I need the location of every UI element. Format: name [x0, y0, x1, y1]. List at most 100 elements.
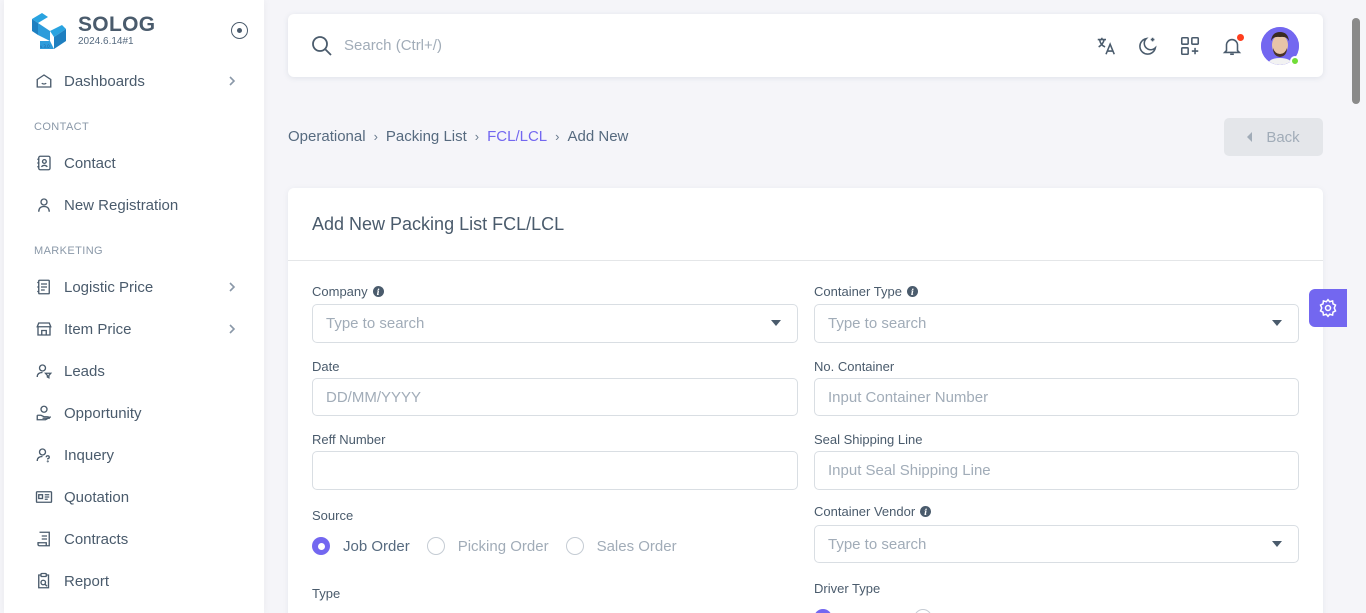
- address-book-icon: [34, 153, 54, 173]
- user-question-icon: [34, 445, 54, 465]
- sidebar-item-label: Quotation: [64, 488, 130, 506]
- source-radio-group: Job Order Picking Order Sales Order: [312, 537, 694, 555]
- sidebar-item-label: New Registration: [64, 196, 179, 214]
- packing-list-form-card: Add New Packing List FCL/LCL Company i C…: [288, 188, 1323, 613]
- notification-bell-icon[interactable]: [1220, 34, 1244, 58]
- container-type-label: Container Type i: [814, 284, 918, 299]
- radio-picking-order[interactable]: Picking Order: [426, 537, 549, 555]
- breadcrumb-separator: ›: [555, 129, 560, 144]
- shortcuts-grid-icon[interactable]: [1178, 34, 1202, 58]
- date-input[interactable]: [312, 378, 798, 416]
- seal-shipping-line-input[interactable]: [814, 451, 1299, 490]
- menu-header-contact: CONTACT: [34, 121, 90, 133]
- sidebar-item-opportunity[interactable]: Opportunity: [34, 398, 238, 428]
- reff-number-input[interactable]: [312, 451, 798, 490]
- topbar: [288, 14, 1323, 77]
- radio-label: Job Order: [343, 537, 410, 555]
- sidebar-item-label: Leads: [64, 362, 105, 380]
- sidebar-item-report[interactable]: Report: [34, 566, 238, 596]
- sidebar: v.3.0 SOLOG 2024.6.14#1 Dashboards CONTA…: [4, 0, 264, 613]
- chevron-down-icon[interactable]: [1272, 541, 1282, 547]
- date-label: Date: [312, 359, 340, 374]
- breadcrumb-add-new: Add New: [567, 128, 629, 145]
- online-status-indicator: [1290, 56, 1300, 66]
- info-icon: i: [920, 506, 932, 517]
- sidebar-item-label: Report: [64, 572, 110, 590]
- dark-mode-icon[interactable]: [1136, 34, 1160, 58]
- radio-indicator[interactable]: [312, 537, 330, 555]
- hand-coin-icon: [34, 403, 54, 423]
- sidebar-item-logistic-price[interactable]: Logistic Price: [34, 272, 238, 302]
- source-label: Source: [312, 508, 354, 523]
- breadcrumb-packing-list[interactable]: Packing List: [386, 128, 467, 145]
- language-icon[interactable]: [1094, 34, 1118, 58]
- type-label: Type: [312, 586, 341, 601]
- company-select[interactable]: [312, 304, 798, 343]
- brand[interactable]: v.3.0 SOLOG 2024.6.14#1: [28, 10, 155, 52]
- sidebar-item-new-registration[interactable]: New Registration: [34, 190, 238, 220]
- driver-type-radio-selected[interactable]: [814, 609, 832, 613]
- sidebar-item-label: Contracts: [64, 530, 129, 548]
- brand-version: 2024.6.14#1: [78, 36, 134, 47]
- radio-sales-order[interactable]: Sales Order: [565, 537, 677, 555]
- sidebar-item-label: Opportunity: [64, 404, 142, 422]
- chevron-down-icon[interactable]: [771, 320, 781, 326]
- radio-indicator[interactable]: [426, 537, 445, 555]
- breadcrumb: Operational › Packing List › FCL/LCL › A…: [288, 128, 628, 145]
- user-filter-icon: [34, 361, 54, 381]
- sidebar-item-label: Dashboards: [64, 72, 145, 90]
- back-arrow-icon: [1247, 132, 1253, 142]
- back-button[interactable]: Back: [1224, 118, 1323, 156]
- gear-icon: [1319, 298, 1337, 318]
- info-icon: i: [372, 286, 384, 297]
- brand-logo-icon: v.3.0: [28, 11, 68, 51]
- sidebar-item-dashboards[interactable]: Dashboards: [34, 66, 238, 96]
- sidebar-item-item-price[interactable]: Item Price: [34, 314, 238, 344]
- chevron-right-icon: [226, 75, 238, 87]
- container-vendor-select[interactable]: [814, 525, 1299, 563]
- driver-type-label: Driver Type: [814, 581, 881, 596]
- chevron-right-icon: [226, 281, 238, 293]
- card-divider: [288, 260, 1323, 261]
- brand-logo-version: v.3.0: [40, 44, 50, 49]
- sidebar-item-contact[interactable]: Contact: [34, 148, 238, 178]
- form-title: Add New Packing List FCL/LCL: [312, 214, 565, 234]
- company-label: Company i: [312, 284, 384, 299]
- search-input[interactable]: [344, 32, 844, 58]
- brand-name: SOLOG: [78, 13, 156, 36]
- sidebar-item-inquery[interactable]: Inquery: [34, 440, 238, 470]
- sidebar-toggle-icon[interactable]: [231, 22, 248, 39]
- chevron-right-icon: [226, 323, 238, 335]
- info-icon: i: [906, 286, 918, 297]
- breadcrumb-operational[interactable]: Operational: [288, 128, 366, 145]
- container-vendor-label: Container Vendor i: [814, 504, 932, 519]
- sidebar-item-label: Contact: [64, 154, 116, 172]
- radio-label: Picking Order: [457, 537, 549, 555]
- chevron-down-icon[interactable]: [1272, 320, 1282, 326]
- sidebar-item-label: Logistic Price: [64, 278, 154, 296]
- search-icon[interactable]: [310, 34, 334, 63]
- container-type-select[interactable]: [814, 304, 1299, 343]
- sidebar-item-label: Inquery: [64, 446, 115, 464]
- breadcrumb-fcl-lcl[interactable]: FCL/LCL: [487, 128, 547, 145]
- container-number-input[interactable]: [814, 378, 1299, 416]
- radio-indicator[interactable]: [565, 537, 584, 555]
- driver-type-radio[interactable]: [914, 609, 932, 613]
- company-label-text: Company: [312, 284, 368, 299]
- report-icon: [34, 571, 54, 591]
- no-container-label: No. Container: [814, 359, 895, 374]
- menu-header-marketing: MARKETING: [34, 245, 103, 257]
- receipt-icon: [34, 277, 54, 297]
- radio-label: Sales Order: [596, 537, 677, 555]
- contract-icon: [34, 529, 54, 549]
- sidebar-item-quotation[interactable]: Quotation: [34, 482, 238, 512]
- theme-customizer-button[interactable]: [1309, 289, 1347, 327]
- radio-job-order[interactable]: Job Order: [312, 537, 410, 555]
- id-card-icon: [34, 487, 54, 507]
- breadcrumb-separator: ›: [474, 129, 480, 144]
- notification-badge: [1237, 34, 1244, 41]
- shop-icon: [34, 319, 54, 339]
- sidebar-item-contracts[interactable]: Contracts: [34, 524, 238, 554]
- sidebar-item-leads[interactable]: Leads: [34, 356, 238, 386]
- scrollbar-thumb[interactable]: [1352, 18, 1360, 104]
